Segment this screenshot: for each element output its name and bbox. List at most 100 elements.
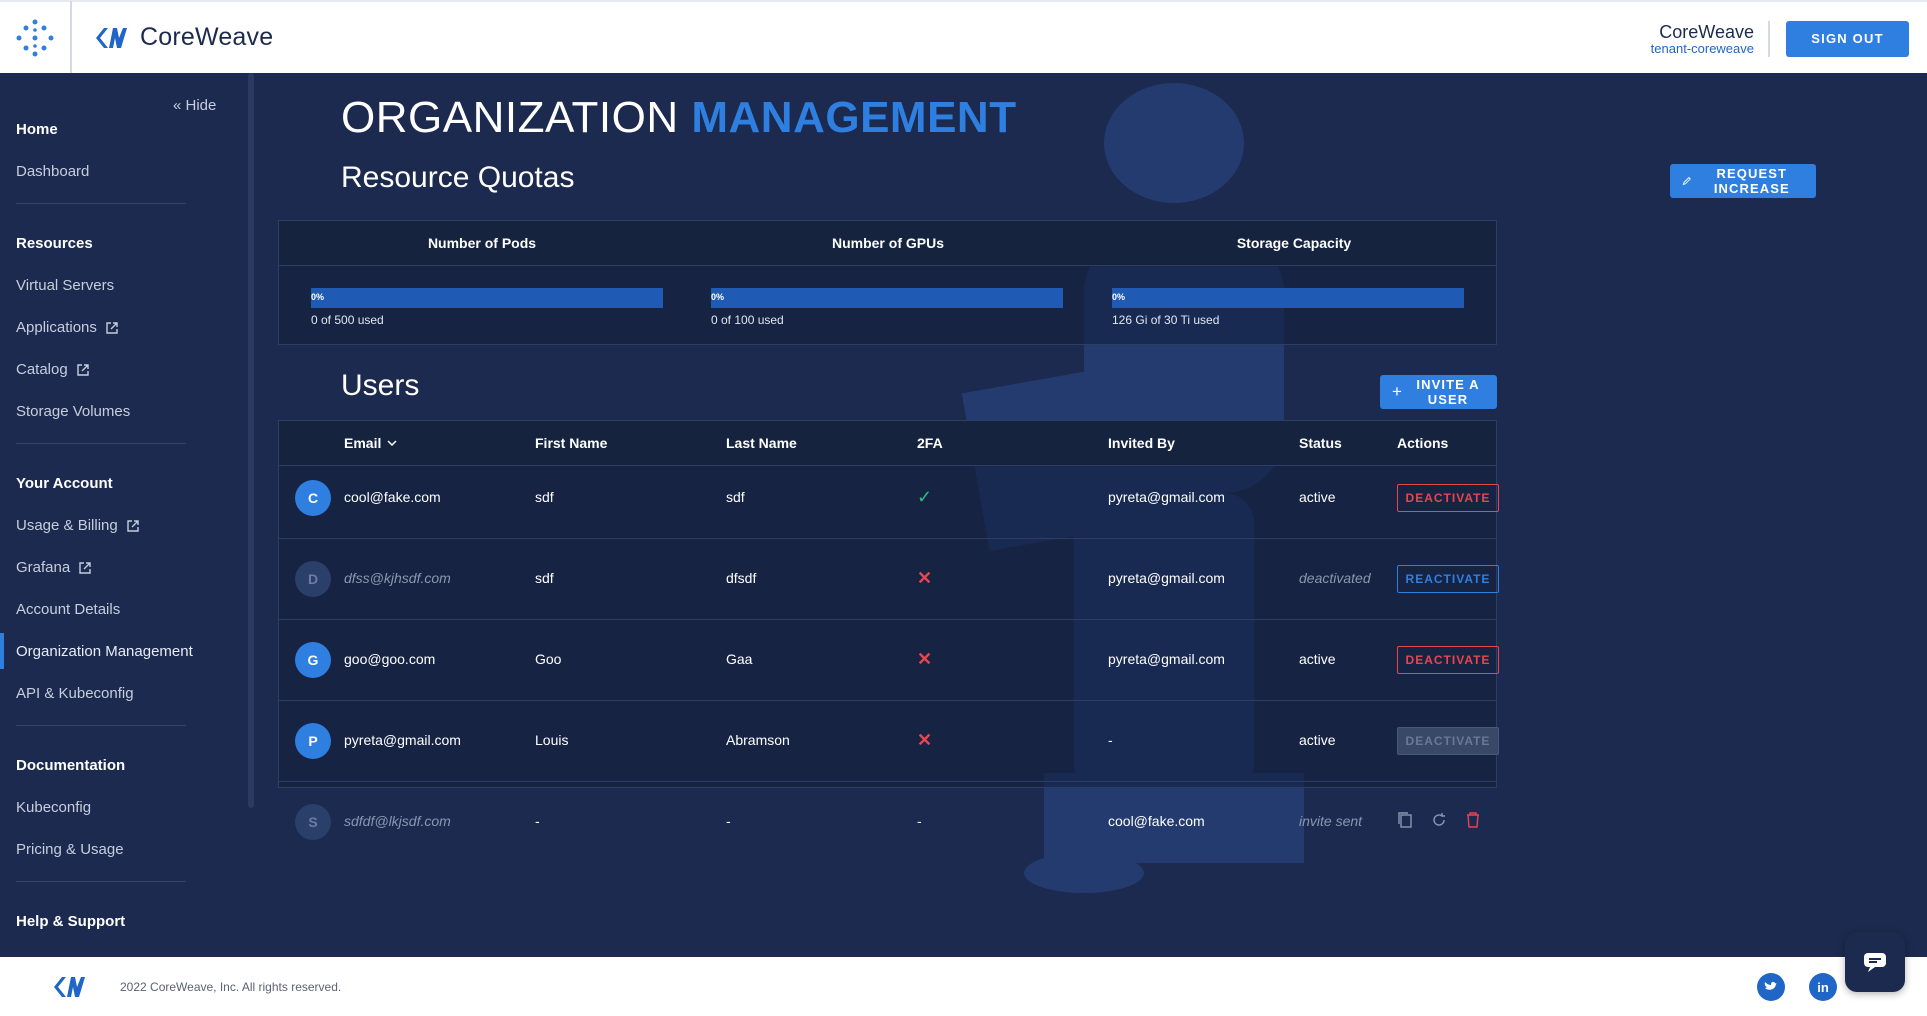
sidebar-item-label: Organization Management [16,643,193,660]
reactivate-button[interactable]: REACTIVATE [1397,565,1499,593]
sign-out-button[interactable]: SIGN OUT [1786,20,1909,57]
pencil-icon [1682,176,1691,186]
sidebar-item-storage-volumes[interactable]: Storage Volumes [16,403,130,420]
sidebar-section-your-account: Your Account [16,475,113,492]
double-chevron-left-icon: « [173,97,182,114]
cell-2fa: - [917,813,922,829]
hide-sidebar-button[interactable]: « Hide [173,97,216,114]
sidebar-item-virtual-servers[interactable]: Virtual Servers [16,277,114,294]
sidebar-item-catalog[interactable]: Catalog [16,361,90,378]
cell-first-name: - [535,813,540,829]
copy-icon[interactable] [1397,811,1413,829]
users-title: Users [341,369,420,402]
column-header-first-name: First Name [535,435,608,451]
column-header-status: Status [1299,435,1342,451]
x-icon: ✕ [917,568,933,588]
quota-percent: 0% [311,292,325,302]
cell-invited-by: pyreta@gmail.com [1108,570,1225,586]
cell-last-name: sdf [726,489,745,505]
brand-logo[interactable]: CoreWeave [92,23,273,52]
quota-percent: 0% [1112,292,1126,302]
cell-email: dfss@kjhsdf.com [344,570,451,586]
page-title-accent: MANAGEMENT [691,93,1017,142]
refresh-icon[interactable] [1431,811,1447,829]
sidebar-item-pricing-usage[interactable]: Pricing & Usage [16,841,124,858]
sidebar-item-label: Usage & Billing [16,517,118,534]
top-header: CoreWeave CoreWeave tenant-coreweave SIG… [0,0,1927,74]
cell-invited-by: cool@fake.com [1108,813,1205,829]
social-links: in [1757,973,1837,1001]
sidebar-item-account-details[interactable]: Account Details [16,601,120,618]
footer: 2022 CoreWeave, Inc. All rights reserved… [0,957,1927,1016]
quota-progress-bar: 0% [311,288,663,308]
sidebar-divider [16,725,186,726]
copyright-text: 2022 CoreWeave, Inc. All rights reserved… [120,979,342,994]
cell-first-name: Goo [535,651,562,667]
sidebar-item-label: API & Kubeconfig [16,685,134,702]
sidebar-item-usage-billing[interactable]: Usage & Billing [16,517,140,534]
cell-first-name: Louis [535,732,569,748]
deactivate-button[interactable]: DEACTIVATE [1397,484,1499,512]
quota-label: Number of Pods [427,235,537,251]
cell-last-name: dfsdf [726,570,757,586]
sidebar-divider [16,881,186,882]
cell-email: goo@goo.com [344,651,436,667]
quota-panel: Number of Pods 0% 0 of 500 used Number o… [278,220,1497,345]
table-row: G goo@goo.com Goo Gaa ✕ pyreta@gmail.com… [279,620,1499,701]
page-title-plain: ORGANIZATION [341,93,679,142]
trash-icon[interactable] [1465,811,1481,829]
sidebar-item-dashboard[interactable]: Dashboard [16,163,89,180]
tenant-name: tenant-coreweave [1650,40,1754,56]
sidebar-item-label: Catalog [16,361,68,378]
avatar: P [295,723,331,759]
table-row: S sdfdf@lkjsdf.com - - - cool@fake.com i… [279,782,1496,863]
sidebar-item-label: Applications [16,319,97,336]
sidebar-divider [16,203,186,204]
quota-progress-bar: 0% [711,288,1063,308]
invite-user-button[interactable]: + INVITE A USER [1380,375,1497,409]
cell-status: active [1299,732,1336,748]
column-header-email[interactable]: Email [344,435,397,451]
hide-label: Hide [185,97,217,114]
quota-label: Storage Capacity [1236,235,1352,251]
x-icon: ✕ [917,649,933,669]
avatar: C [295,480,331,516]
linkedin-icon[interactable]: in [1809,973,1837,1001]
avatar: G [295,642,331,678]
quota-used-text: 126 Gi of 30 Ti used [1112,313,1220,327]
sidebar-item-label: Grafana [16,559,71,576]
cell-email: cool@fake.com [344,489,441,505]
sidebar-item-applications[interactable]: Applications [16,319,119,336]
request-increase-button[interactable]: REQUEST INCREASE [1670,164,1816,198]
chat-widget-button[interactable] [1845,932,1905,992]
sidebar-item-api-kubeconfig[interactable]: API & Kubeconfig [16,685,134,702]
sidebar-item-label: Dashboard [16,163,90,180]
apps-grid-icon[interactable] [0,1,72,74]
tenant-info: CoreWeave tenant-coreweave [1650,20,1770,57]
cell-last-name: Abramson [726,732,790,748]
sidebar-active-indicator [0,633,4,669]
quota-used-text: 0 of 100 used [711,313,784,327]
twitter-icon[interactable] [1757,973,1785,1001]
chevron-down-icon [387,439,397,446]
sidebar-item-grafana[interactable]: Grafana [16,559,92,576]
sidebar-section-help-support[interactable]: Help & Support [16,913,125,930]
cell-status: invite sent [1299,813,1363,829]
cell-status: active [1299,489,1336,505]
cell-invited-by: - [1108,732,1113,748]
chat-bubble-icon [1864,953,1886,972]
column-label: Email [344,435,382,451]
cell-invited-by: pyreta@gmail.com [1108,489,1225,505]
sidebar-section-home[interactable]: Home [16,121,58,138]
x-icon: ✕ [917,730,933,750]
sidebar-item-kubeconfig[interactable]: Kubeconfig [16,799,91,816]
deactivate-button[interactable]: DEACTIVATE [1397,646,1499,674]
cell-last-name: Gaa [726,651,753,667]
external-link-icon [77,363,89,376]
org-name: CoreWeave [1659,21,1754,42]
sidebar: « Hide Home Dashboard Resources Virtual … [0,73,254,957]
sidebar-item-label: Virtual Servers [16,277,115,294]
sidebar-item-organization-management[interactable]: Organization Management [16,643,193,660]
external-link-icon [79,561,91,574]
row-action-icons [1397,811,1481,829]
